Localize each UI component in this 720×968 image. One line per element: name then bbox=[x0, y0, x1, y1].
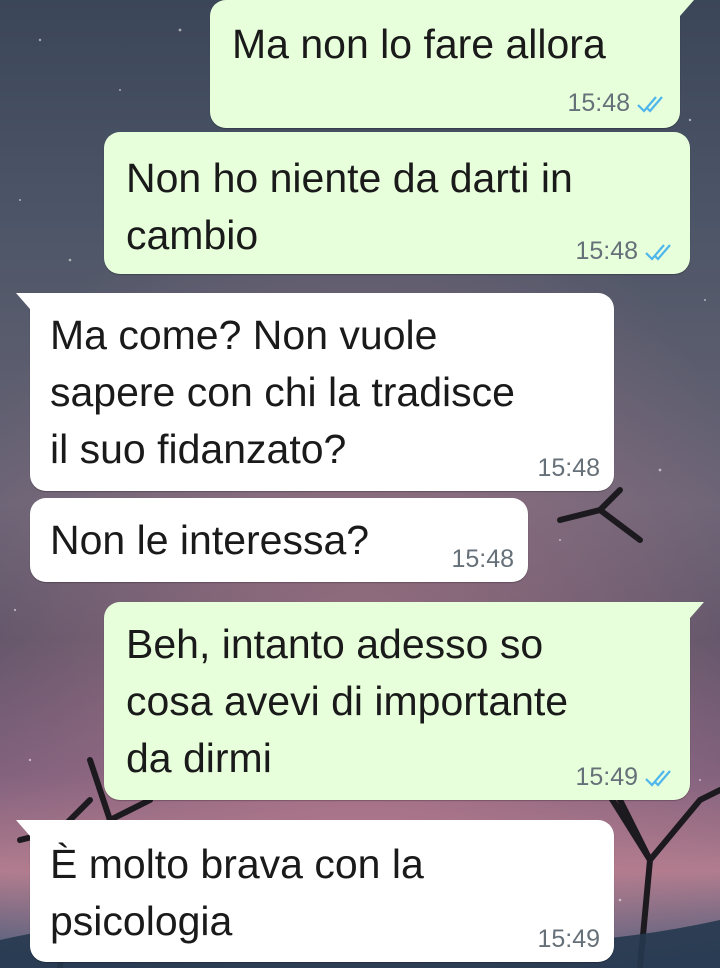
bubble-tail bbox=[680, 0, 694, 16]
double-check-icon bbox=[645, 769, 671, 787]
message-text: Ma come? Non vuole sapere con chi la tra… bbox=[50, 312, 515, 472]
message-time: 15:49 bbox=[575, 763, 638, 791]
message-meta: 15:49 bbox=[537, 925, 600, 954]
bubble-tail bbox=[16, 293, 30, 309]
message-meta: 15:48 bbox=[537, 454, 600, 483]
double-check-icon bbox=[645, 243, 671, 261]
message-time: 15:48 bbox=[451, 545, 514, 573]
bubble-tail bbox=[690, 602, 704, 618]
message-bubble-outgoing[interactable]: Non ho niente da darti in cambio 15:48 bbox=[104, 132, 690, 274]
message-bubble-outgoing[interactable]: Ma non lo fare allora 15:48 bbox=[210, 0, 694, 128]
message-text: Ma non lo fare allora bbox=[232, 21, 606, 67]
message-time: 15:48 bbox=[567, 89, 630, 117]
message-meta: 15:48 bbox=[567, 89, 666, 118]
message-bubble-outgoing[interactable]: Beh, intanto adesso so cosa avevi di imp… bbox=[104, 602, 704, 800]
message-meta: 15:49 bbox=[575, 763, 674, 792]
message-bubble-incoming[interactable]: Ma come? Non vuole sapere con chi la tra… bbox=[16, 293, 614, 491]
message-meta: 15:48 bbox=[575, 237, 674, 266]
double-check-icon bbox=[637, 95, 663, 113]
message-time: 15:48 bbox=[537, 454, 600, 482]
message-bubble-incoming[interactable]: È molto brava con la psicologia 15:49 bbox=[16, 820, 614, 962]
message-text: È molto brava con la psicologia bbox=[50, 841, 424, 944]
bubble-tail bbox=[16, 820, 30, 836]
message-text: Non ho niente da darti in cambio bbox=[126, 155, 573, 258]
message-bubble-incoming[interactable]: Non le interessa? 15:48 bbox=[30, 498, 528, 582]
message-meta: 15:48 bbox=[451, 545, 514, 574]
message-text: Non le interessa? bbox=[50, 517, 370, 563]
message-text: Beh, intanto adesso so cosa avevi di imp… bbox=[126, 621, 569, 781]
message-time: 15:49 bbox=[537, 925, 600, 953]
message-time: 15:48 bbox=[575, 237, 638, 265]
